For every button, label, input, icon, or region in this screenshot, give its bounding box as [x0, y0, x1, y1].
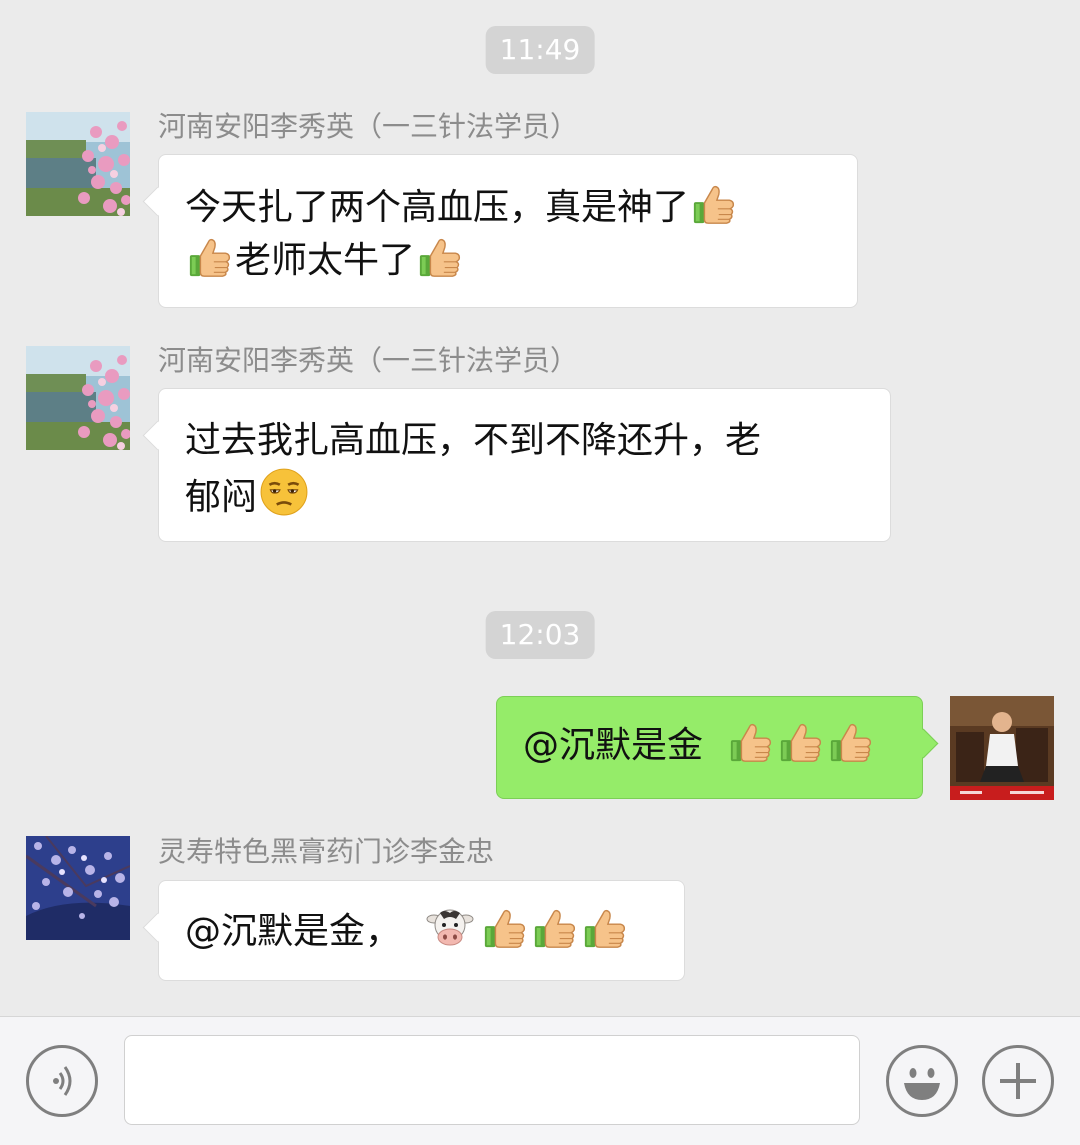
message-text-line: 今天扎了两个高血压，真是神了 [185, 181, 831, 234]
emoji-button[interactable] [886, 1045, 958, 1117]
timestamp: 12:03 [485, 611, 595, 659]
thumbs-up-icon [417, 234, 463, 280]
message-bubble[interactable]: @沉默是金， [158, 880, 685, 981]
thumbs-up-icon [187, 234, 233, 280]
unamused-face-icon [259, 467, 309, 517]
sender-name: 河南安阳李秀英（一三针法学员） [158, 110, 579, 143]
my-avatar[interactable] [950, 696, 1054, 800]
my-message-bubble[interactable]: @沉默是金 [496, 696, 923, 799]
chat-area[interactable]: 11:49 河南安阳李秀英（一三针法学员） 今天扎了两个高血压，真是神了 老师太… [0, 0, 1080, 1016]
thumbs-up-icon [482, 905, 528, 951]
timestamp: 11:49 [485, 26, 595, 74]
sender-name: 灵寿特色黑膏药门诊李金忠 [158, 835, 495, 868]
message-text: 老师太牛了 [235, 240, 416, 281]
message-text-line: 郁闷 [185, 467, 864, 524]
thumbs-up-icon [828, 719, 874, 765]
voice-button[interactable] [26, 1045, 98, 1117]
sender-name: 河南安阳李秀英（一三针法学员） [158, 344, 579, 377]
flower-avatar-image [26, 112, 130, 216]
blossom-avatar-image [26, 836, 130, 940]
message-text-line: 老师太牛了 [185, 234, 831, 287]
flower-avatar-image [26, 346, 130, 450]
thumbs-up-icon [532, 905, 578, 951]
message-text: @沉默是金 [523, 725, 704, 766]
message-text: 过去我扎高血压，不到不降还升，老 [185, 420, 762, 461]
message-text: @沉默是金， [185, 911, 402, 952]
thumbs-up-icon [778, 719, 824, 765]
message-text-line: @沉默是金 [523, 719, 896, 772]
message-text-line: 过去我扎高血压，不到不降还升，老 [185, 415, 864, 467]
emoji-icon [904, 1068, 940, 1100]
avatar[interactable] [26, 836, 130, 940]
message-bubble[interactable]: 今天扎了两个高血压，真是神了 老师太牛了 [158, 154, 858, 308]
message-text-line: @沉默是金， [185, 903, 658, 958]
avatar[interactable] [26, 112, 130, 216]
thumbs-up-icon [728, 719, 774, 765]
plus-button[interactable] [982, 1045, 1054, 1117]
avatar[interactable] [26, 346, 130, 450]
cow-face-icon [426, 903, 474, 951]
thumbs-up-icon [691, 181, 737, 227]
message-text: 今天扎了两个高血压，真是神了 [185, 187, 690, 228]
voice-icon [53, 1066, 72, 1096]
message-input[interactable] [124, 1035, 860, 1125]
input-bar [0, 1016, 1080, 1145]
person-avatar-image [950, 696, 1054, 800]
plus-icon [1000, 1063, 1036, 1099]
message-bubble[interactable]: 过去我扎高血压，不到不降还升，老 郁闷 [158, 388, 891, 542]
message-text: 郁闷 [185, 477, 258, 518]
thumbs-up-icon [582, 905, 628, 951]
